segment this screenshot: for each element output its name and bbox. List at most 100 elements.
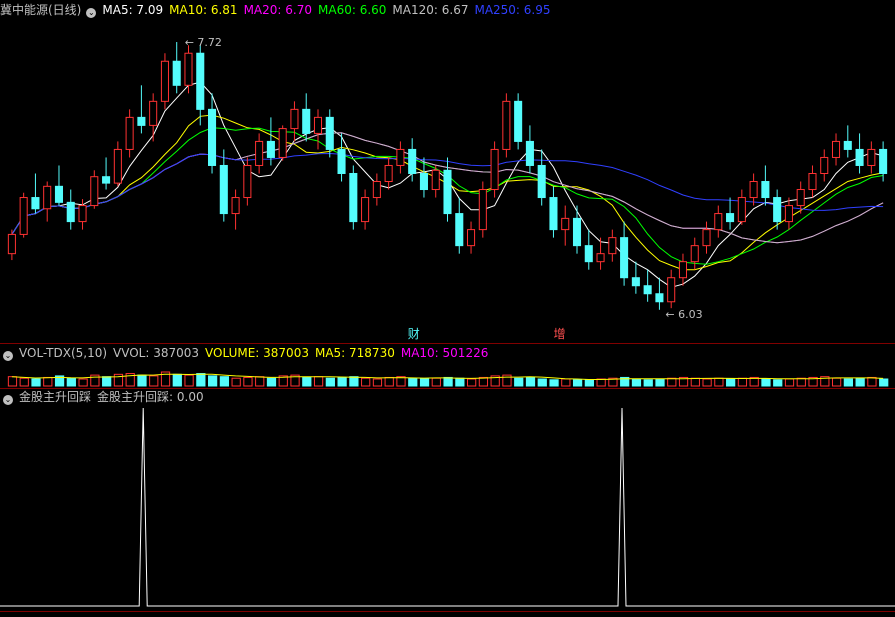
candle-body[interactable] [667,277,676,303]
candle-body[interactable] [714,213,723,231]
candle-body[interactable] [78,205,87,223]
candle-body[interactable] [290,108,299,130]
volume-bar [313,376,324,387]
candle-body[interactable] [408,148,417,174]
candle-body[interactable] [749,181,758,199]
volume-bar [596,378,606,387]
price-chart[interactable]: ← 7.72 ← 6.03 财 增 [0,16,895,346]
candle-body[interactable] [620,237,629,279]
candle-body[interactable] [561,217,570,231]
candle-body[interactable] [384,164,393,183]
candle-body[interactable] [125,116,134,150]
candle-body[interactable] [278,128,287,158]
candle-body[interactable] [172,60,181,86]
volume-bar [196,373,206,387]
candle-body[interactable] [596,253,605,263]
volume-bar [78,378,88,387]
candle-body[interactable] [313,116,323,134]
candle-body[interactable] [90,176,99,207]
candle-body[interactable] [514,100,523,142]
candle-body[interactable] [455,213,464,247]
candle-body[interactable] [820,156,829,174]
candle-body[interactable] [643,285,652,295]
candle-body[interactable] [655,293,664,303]
volume-bar [843,378,854,387]
volume-bar [231,377,241,387]
settings-icon[interactable]: ⌄ [3,395,13,405]
indicator-title: 金股主升回踩 [19,390,92,404]
candle-body[interactable] [808,172,817,191]
volume-bar [7,376,18,387]
candle-body[interactable] [113,148,122,184]
volume-bar [172,373,182,387]
candle-body[interactable] [255,140,264,166]
candle-body[interactable] [773,197,782,223]
candle-body[interactable] [608,237,617,255]
candle-body[interactable] [102,176,111,184]
volume-bar [66,377,76,387]
candle-body[interactable] [525,140,534,166]
candle-body[interactable] [66,201,75,223]
candle-body[interactable] [43,185,52,210]
candle-body[interactable] [584,245,593,263]
volume-bar [514,377,524,387]
candle-body[interactable] [631,277,640,287]
settings-icon[interactable]: ⌄ [3,351,13,361]
candle-body[interactable] [761,181,770,199]
candle-body[interactable] [419,172,428,191]
candle-body[interactable] [19,197,28,235]
candle-body[interactable] [831,140,841,158]
candle-body[interactable] [855,148,864,166]
candle-body[interactable] [196,52,205,110]
candle-body[interactable] [160,60,169,102]
candle-body[interactable] [537,164,546,199]
candle-body[interactable] [219,164,228,215]
candle-body[interactable] [737,197,746,223]
candle-body[interactable] [843,140,852,150]
candle-body[interactable] [726,213,735,223]
candle-body[interactable] [349,172,358,223]
volume-bar [867,376,877,387]
event-label-1[interactable]: 增 [553,327,565,341]
candle-body[interactable] [231,197,240,215]
candle-body[interactable] [337,148,346,174]
volume-title: VOL-TDX(5,10) [19,346,108,360]
candle-body[interactable] [302,108,311,134]
candle-body[interactable] [502,100,511,150]
volume-bar [408,377,418,387]
ma-label-0: MA5: 7.09 [102,3,164,17]
candle-body[interactable] [431,169,440,191]
indicator-value: 金股主升回踩: 0.00 [97,390,204,404]
event-label-0[interactable]: 财 [408,327,420,341]
candle-body[interactable] [7,233,16,255]
candle-body[interactable] [549,197,558,231]
candle-body[interactable] [396,148,405,166]
candle-body[interactable] [325,116,334,150]
candle-body[interactable] [478,189,487,231]
candle-body[interactable] [879,148,888,174]
candle-body[interactable] [372,181,381,199]
candle-body[interactable] [149,100,158,126]
candle-body[interactable] [572,217,582,247]
candle-body[interactable] [443,169,452,215]
candle-body[interactable] [690,245,699,263]
candle-body[interactable] [137,116,146,126]
candle-body[interactable] [784,205,793,223]
candle-body[interactable] [702,229,711,247]
candle-body[interactable] [467,229,476,247]
candle-body[interactable] [243,164,252,199]
candle-body[interactable] [266,140,275,158]
indicator-chart[interactable] [0,406,895,611]
candle-body[interactable] [54,185,64,203]
volume-chart[interactable] [0,362,895,388]
candle-body[interactable] [184,52,193,86]
candle-body[interactable] [361,197,370,223]
volume-bar [773,379,783,387]
candle-body[interactable] [208,108,217,166]
indicator-line [0,407,895,607]
candle-body[interactable] [490,148,499,191]
candle-body[interactable] [31,197,40,210]
candle-body[interactable] [678,261,687,279]
candle-body[interactable] [867,148,876,166]
candle-body[interactable] [796,189,805,207]
